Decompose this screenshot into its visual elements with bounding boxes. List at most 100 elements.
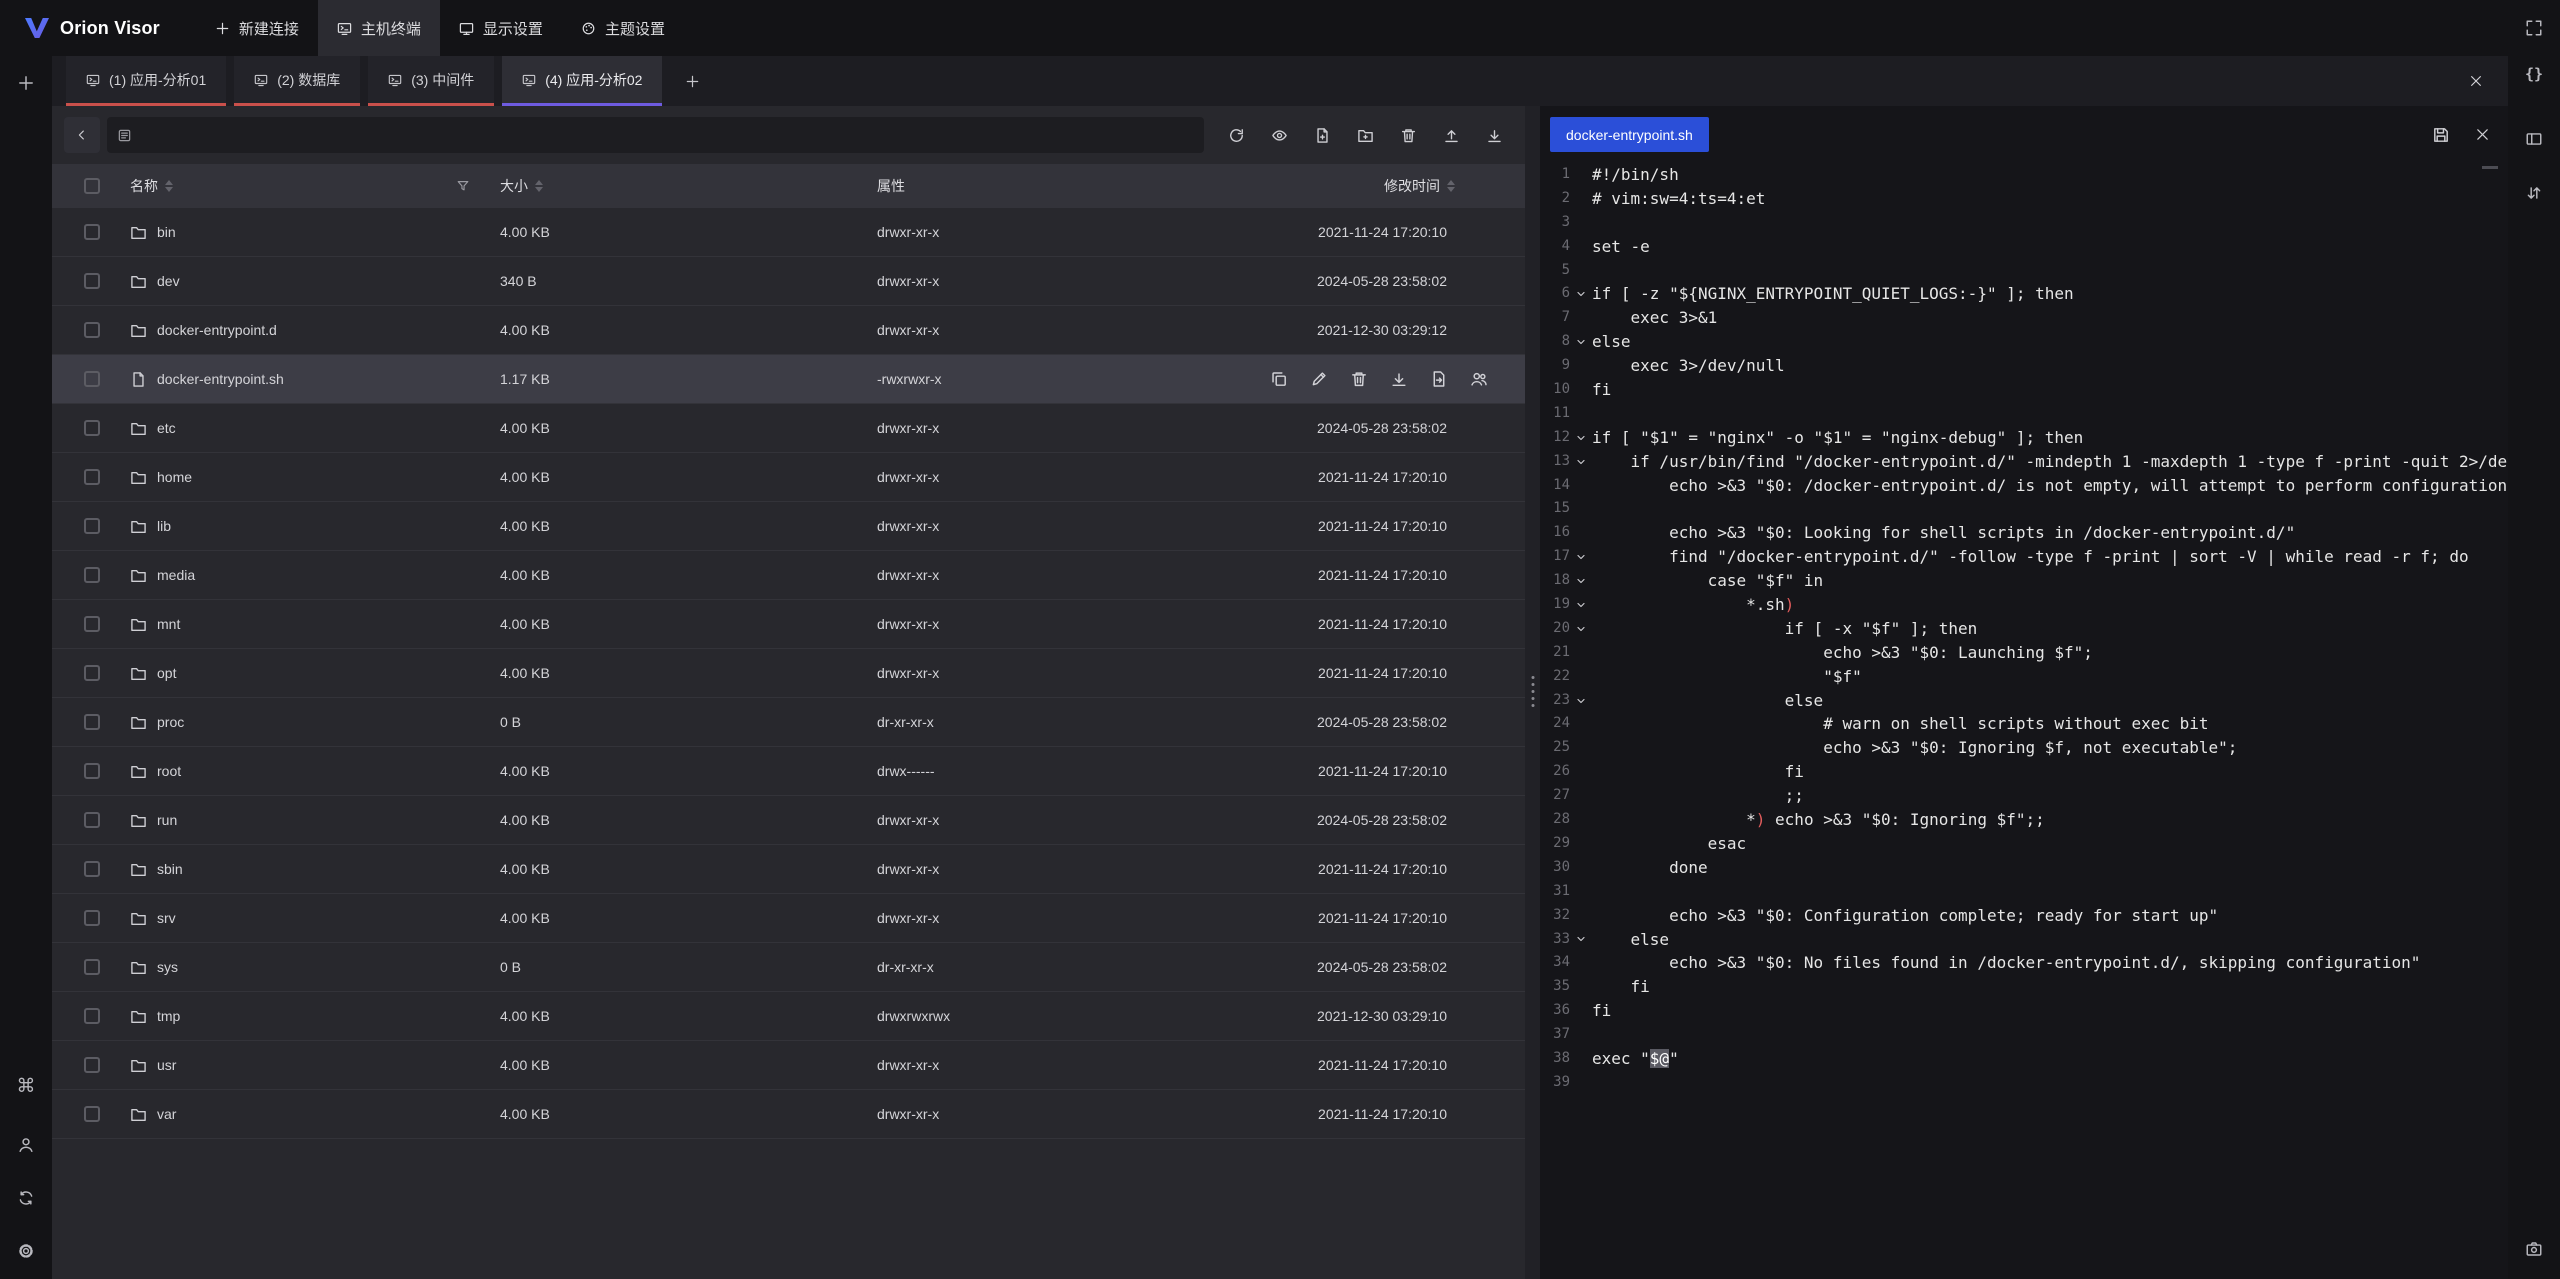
refresh-icon[interactable] <box>1221 120 1251 150</box>
file-name[interactable]: media <box>157 567 195 583</box>
row-checkbox[interactable] <box>84 469 100 485</box>
filter-icon[interactable] <box>456 179 470 193</box>
row-checkbox[interactable] <box>84 1008 100 1024</box>
row-checkbox[interactable] <box>84 714 100 730</box>
add-tab-icon[interactable] <box>670 56 714 106</box>
fold-chevron-icon[interactable] <box>1570 689 1592 713</box>
row-checkbox[interactable] <box>84 273 100 289</box>
app-logo[interactable]: Orion Visor <box>0 0 170 56</box>
file-name[interactable]: mnt <box>157 616 180 632</box>
fold-chevron-icon[interactable] <box>1570 330 1592 354</box>
file-name[interactable]: root <box>157 763 181 779</box>
preview-icon[interactable] <box>1264 120 1294 150</box>
new-file-icon[interactable] <box>1307 120 1337 150</box>
file-row[interactable]: docker-entrypoint.d4.00 KBdrwxr-xr-x2021… <box>52 306 1525 355</box>
fold-chevron-icon[interactable] <box>1570 593 1592 617</box>
sort-icon[interactable] <box>1447 180 1455 192</box>
fold-chevron-icon[interactable] <box>1570 569 1592 593</box>
save-icon[interactable] <box>2432 126 2450 144</box>
file-row[interactable]: usr4.00 KBdrwxr-xr-x2021-11-24 17:20:10 <box>52 1041 1525 1090</box>
permission-icon[interactable] <box>1470 370 1488 388</box>
row-checkbox[interactable] <box>84 812 100 828</box>
file-name[interactable]: docker-entrypoint.sh <box>157 371 284 387</box>
file-name[interactable]: docker-entrypoint.d <box>157 322 277 338</box>
select-all-checkbox[interactable] <box>84 178 100 194</box>
back-button[interactable] <box>64 117 100 153</box>
file-name[interactable]: etc <box>157 420 176 436</box>
row-checkbox[interactable] <box>84 224 100 240</box>
file-row[interactable]: opt4.00 KBdrwxr-xr-x2021-11-24 17:20:10 <box>52 649 1525 698</box>
menu-item-display-settings[interactable]: 显示设置 <box>440 0 562 56</box>
column-header-name[interactable]: 名称 <box>130 176 158 196</box>
file-name[interactable]: opt <box>157 665 176 681</box>
panel-resize-handle[interactable] <box>1531 676 1534 707</box>
row-checkbox[interactable] <box>84 1106 100 1122</box>
file-row[interactable]: media4.00 KBdrwxr-xr-x2021-11-24 17:20:1… <box>52 551 1525 600</box>
fold-chevron-icon[interactable] <box>1570 282 1592 306</box>
column-header-size[interactable]: 大小 <box>500 176 528 196</box>
file-row[interactable]: docker-entrypoint.sh1.17 KB-rwxrwxr-x <box>52 355 1525 404</box>
file-name[interactable]: run <box>157 812 177 828</box>
upload-icon[interactable] <box>1436 120 1466 150</box>
copy-icon[interactable] <box>1270 370 1288 388</box>
row-checkbox[interactable] <box>84 1057 100 1073</box>
file-name[interactable]: lib <box>157 518 171 534</box>
file-name[interactable]: sys <box>157 959 178 975</box>
edit-icon[interactable] <box>1310 370 1328 388</box>
file-row[interactable]: run4.00 KBdrwxr-xr-x2024-05-28 23:58:02 <box>52 796 1525 845</box>
column-header-mtime[interactable]: 修改时间 <box>1384 176 1440 196</box>
file-row[interactable]: dev340 Bdrwxr-xr-x2024-05-28 23:58:02 <box>52 257 1525 306</box>
download-icon[interactable] <box>1390 370 1408 388</box>
editor-file-tab[interactable]: docker-entrypoint.sh <box>1550 117 1709 152</box>
file-row[interactable]: etc4.00 KBdrwxr-xr-x2024-05-28 23:58:02 <box>52 404 1525 453</box>
fold-chevron-icon[interactable] <box>1570 450 1592 474</box>
file-name[interactable]: home <box>157 469 192 485</box>
row-checkbox[interactable] <box>84 910 100 926</box>
close-editor-icon[interactable] <box>2475 127 2490 142</box>
move-icon[interactable] <box>1430 370 1448 388</box>
file-row[interactable]: home4.00 KBdrwxr-xr-x2021-11-24 17:20:10 <box>52 453 1525 502</box>
fold-chevron-icon[interactable] <box>1570 545 1592 569</box>
file-name[interactable]: var <box>157 1106 176 1122</box>
new-folder-icon[interactable] <box>1350 120 1380 150</box>
file-row[interactable]: lib4.00 KBdrwxr-xr-x2021-11-24 17:20:10 <box>52 502 1525 551</box>
row-checkbox[interactable] <box>84 763 100 779</box>
sort-icon[interactable] <box>165 180 173 192</box>
close-panel-icon[interactable] <box>2462 67 2490 95</box>
row-checkbox[interactable] <box>84 567 100 583</box>
editor-scrollbar-thumb[interactable] <box>2482 166 2498 169</box>
file-name[interactable]: sbin <box>157 861 183 877</box>
terminal-tab-2[interactable]: (2) 数据库 <box>234 56 360 106</box>
row-checkbox[interactable] <box>84 322 100 338</box>
layout-icon[interactable] <box>2516 121 2552 157</box>
file-name[interactable]: proc <box>157 714 184 730</box>
code-area[interactable]: 1#!/bin/sh2# vim:sw=4:ts=4:et34set -e56i… <box>1540 163 2508 1095</box>
settings-gear-icon[interactable] <box>8 1233 44 1269</box>
row-checkbox[interactable] <box>84 518 100 534</box>
menu-item-host-terminal[interactable]: 主机终端 <box>318 0 440 56</box>
fold-chevron-icon[interactable] <box>1570 617 1592 641</box>
terminal-tab-3[interactable]: (3) 中间件 <box>368 56 494 106</box>
row-checkbox[interactable] <box>84 861 100 877</box>
menu-item-new-connection[interactable]: 新建连接 <box>196 0 318 56</box>
path-input[interactable] <box>107 117 1204 153</box>
file-row[interactable]: var4.00 KBdrwxr-xr-x2021-11-24 17:20:10 <box>52 1090 1525 1139</box>
user-icon[interactable] <box>8 1127 44 1163</box>
file-name[interactable]: dev <box>157 273 180 289</box>
file-row[interactable]: tmp4.00 KBdrwxrwxrwx2021-12-30 03:29:10 <box>52 992 1525 1041</box>
file-row[interactable]: proc0 Bdr-xr-xr-x2024-05-28 23:58:02 <box>52 698 1525 747</box>
file-row[interactable]: root4.00 KBdrwx------2021-11-24 17:20:10 <box>52 747 1525 796</box>
file-name[interactable]: usr <box>157 1057 176 1073</box>
path-list-icon[interactable] <box>117 128 132 143</box>
row-checkbox[interactable] <box>84 420 100 436</box>
screenshot-icon[interactable] <box>2516 1231 2552 1267</box>
command-icon[interactable]: ⌘ <box>8 1068 44 1104</box>
file-row[interactable]: sbin4.00 KBdrwxr-xr-x2021-11-24 17:20:10 <box>52 845 1525 894</box>
sort-icon[interactable] <box>535 180 543 192</box>
terminal-tab-4[interactable]: (4) 应用-分析02 <box>502 56 662 106</box>
menu-item-theme-settings[interactable]: 主题设置 <box>562 0 684 56</box>
file-row[interactable]: bin4.00 KBdrwxr-xr-x2021-11-24 17:20:10 <box>52 208 1525 257</box>
swap-vertical-icon[interactable] <box>2516 175 2552 211</box>
file-name[interactable]: tmp <box>157 1008 180 1024</box>
fullscreen-icon[interactable] <box>2516 10 2552 46</box>
